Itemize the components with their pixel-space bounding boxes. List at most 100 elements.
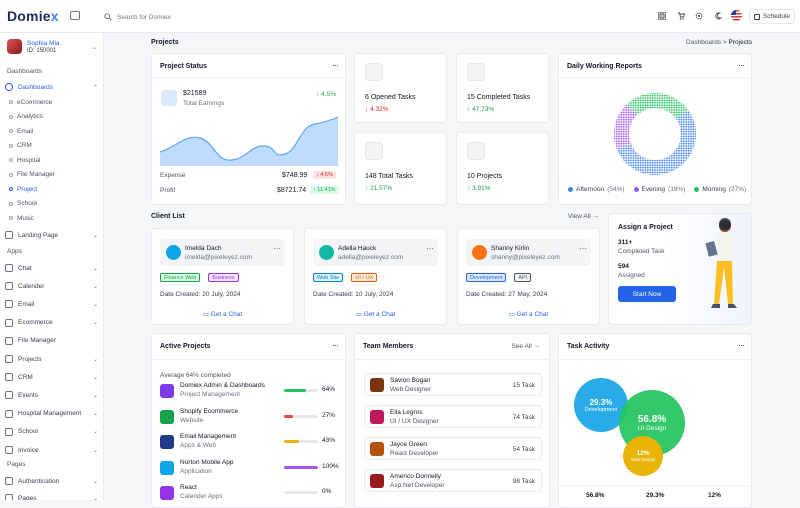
sidebar-subitem-crm[interactable]: CRM [9,141,32,151]
progress-fill [284,440,299,443]
pages-icon [5,494,13,500]
footer-stat-web-design: 12% [708,492,722,499]
sidebar-item-school[interactable]: School ⌄ [5,426,98,438]
search-input[interactable] [117,13,267,21]
chevron-down-icon: ⌄ [92,478,98,485]
client-header: Adella Hauck adella@pixeleyez.com ··· [313,239,438,266]
more-icon[interactable]: ··· [738,340,745,350]
sidebar-item-crm[interactable]: CRM ⌄ [5,371,98,383]
legend-dot [694,187,700,192]
calendar-icon [753,13,760,20]
sidebar-subitem-music[interactable]: Music [9,213,34,223]
user-profile[interactable]: Sophia Mia ID: 150001 ⌄ [7,39,97,54]
sidebar-item-email[interactable]: Email ⌄ [5,298,98,310]
card-title: Task Activity [567,343,610,350]
card-title: Active Projects [160,343,211,350]
more-icon[interactable]: ··· [332,340,339,350]
language-flag-icon[interactable] [731,10,742,21]
team-member-row[interactable]: Savion Bogan Web Designer 15 Task [364,373,542,396]
get-chat-button[interactable]: ▭ Get a Chat [305,310,446,318]
sidebar-subitem-analytics[interactable]: Analytics [9,112,43,122]
apps-icon[interactable] [656,10,668,22]
sidebar-toggle-icon[interactable] [70,11,80,20]
assign-project-card: Assign a Project 311+ Completed Task 594… [608,213,752,325]
more-icon[interactable]: ··· [273,244,281,253]
legend-percent: (19%) [668,186,686,193]
sidebar-item-pages[interactable]: Pages ⌄ [5,492,98,500]
see-all-link[interactable]: See All → [511,343,540,350]
bullet-icon [9,129,13,133]
avatar [370,378,384,392]
project-icon [160,486,174,500]
team-member-row[interactable]: Jayce Green React Developer 54 Task [364,437,542,460]
stat-change: ↑ 47.73% [467,106,495,113]
bullet-icon [9,100,13,104]
get-chat-button[interactable]: ▭ Get a Chat [152,310,293,318]
view-all-link[interactable]: View All → [568,213,599,220]
events-icon [5,391,13,400]
sidebar-subitem-email[interactable]: Email [9,126,33,136]
more-icon[interactable]: ··· [426,244,434,253]
progress-bar [284,414,318,418]
progress-bar [284,491,318,494]
profit-change-badge: ↑ 11.41% [310,186,339,194]
sidebar-subitem-hospital[interactable]: Hospital [9,155,40,165]
schedule-button[interactable]: Schedule [749,9,795,24]
sidebar-item-authentication[interactable]: Authentication ⌄ [5,475,98,487]
start-now-button[interactable]: Start Now [618,286,676,302]
logo[interactable]: Domiex [7,8,59,24]
sidebar-item-invoice[interactable]: Invoice ⌄ [5,444,98,456]
breadcrumb-parent[interactable]: Dashboards [686,39,721,46]
team-member-row[interactable]: Americo Donnelly Asp.Net Developer 98 Task [364,469,542,492]
chevron-down-icon: ⌄ [92,320,98,327]
project-name: Domiex Admin & Dashboards [180,382,265,389]
user-name: Sophia Mia [27,39,60,47]
sidebar-subitem-school[interactable]: School [9,199,37,209]
project-row[interactable]: Domiex Admin & Dashboards Project Managem… [160,381,340,403]
sidebar-subitem-ecommerce[interactable]: eCommerce [9,97,52,107]
stat-change: ↑ 3.91% [467,185,491,192]
avatar [319,245,334,260]
project-row[interactable]: Shopify Ecommerce Website 27% [160,407,340,429]
team-member-row[interactable]: Ella Legros UI / UX Designer 74 Task [364,405,542,428]
daily-reports-donut-chart [614,92,696,175]
progress-percent: 27% [322,411,336,419]
project-row[interactable]: Norton Mobile App Application 100% [160,458,340,480]
earnings-change: ↑ 4.5% [316,91,336,98]
daily-reports-card: Daily Working Reports ··· Afternoon (54%)… [558,53,752,205]
project-row[interactable]: Email Management Apps & Web 43% [160,432,340,454]
cart-icon[interactable] [675,10,687,22]
sidebar-item-events[interactable]: Events ⌄ [5,389,98,401]
search-bar[interactable] [104,9,304,25]
client-name: Adella Hauck [338,245,377,252]
get-chat-button[interactable]: ▭ Get a Chat [458,310,599,318]
sidebar-item-dashboards[interactable]: Dashboards ⌃ [5,81,98,93]
stat-change: ↑ 21.57% [365,185,393,192]
sidebar-subitem-project[interactable]: Project [9,184,37,194]
moon-icon[interactable] [712,10,724,22]
member-role: UI / UX Designer [390,418,439,425]
chat-icon: ▭ [355,311,362,318]
sidebar-item-ecommerce[interactable]: Ecommerce ⌄ [5,317,98,329]
sidebar-item-label: Email [18,300,35,308]
project-type: Project Management [180,391,240,398]
project-name: React [180,484,197,491]
sidebar-item-hospital-management[interactable]: Hospital Management ⌄ [5,408,98,420]
more-icon[interactable]: ··· [738,60,745,70]
client-tag: Finance Web [160,273,201,282]
more-icon[interactable]: ··· [332,60,339,70]
project-type: Application [180,467,212,475]
progress-bar [284,389,318,392]
sidebar-subitem-file-manager[interactable]: File Manager [9,170,55,180]
more-icon[interactable]: ··· [579,244,587,253]
sidebar-item-file-manager[interactable]: File Manager [5,335,98,347]
project-row[interactable]: React Calender Apps 0% [160,483,340,505]
sidebar-item-projects[interactable]: Projects ⌄ [5,353,98,365]
settings-icon[interactable] [693,10,705,22]
sidebar-item-landing[interactable]: Landing Page ⌄ [5,229,98,241]
sidebar-item-calender[interactable]: Calender ⌄ [5,280,98,292]
sidebar-item-chat[interactable]: Chat ⌄ [5,262,98,274]
progress-bar [284,440,318,443]
avatar [166,245,181,260]
chat-icon: ▭ [508,311,515,318]
